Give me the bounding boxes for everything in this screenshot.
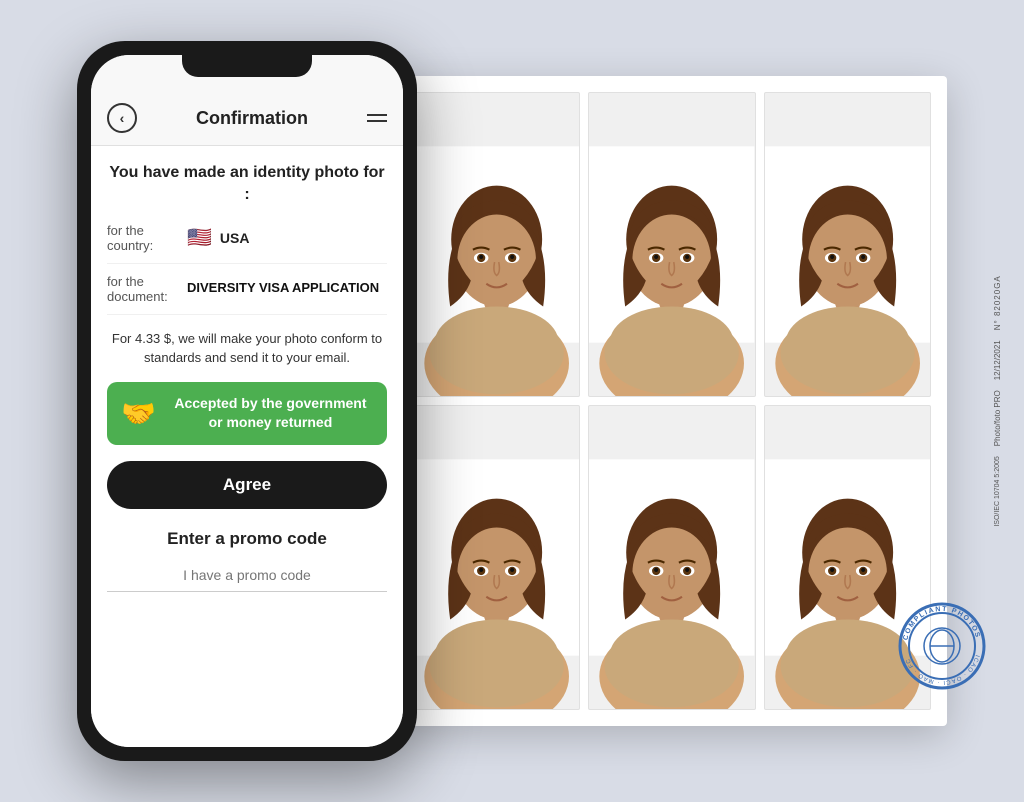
photo-cell-2-1	[413, 405, 580, 710]
sheet-brand: Photo/foto PRO	[993, 390, 1002, 446]
photo-row-1	[413, 92, 931, 397]
document-row: for the document: DIVERSITY VISA APPLICA…	[107, 274, 387, 315]
country-label: for the country:	[107, 223, 187, 253]
promo-section: Enter a promo code	[107, 529, 387, 592]
header-title: Confirmation	[196, 108, 308, 129]
handshake-icon: 🤝	[121, 397, 156, 430]
photo-cell-1-3	[764, 92, 931, 397]
sheet-date: 12/12/2021	[993, 340, 1002, 380]
photo-cell-2-2	[588, 405, 755, 710]
screen-content: You have made an identity photo for : fo…	[91, 146, 403, 747]
compliance-stamp: COMPLIANT PHOTOS ICAO · OACI · MAO · FC	[897, 601, 987, 696]
menu-line-2	[367, 120, 387, 122]
agree-button[interactable]: Agree	[107, 461, 387, 509]
promo-input[interactable]	[107, 559, 387, 592]
promo-title: Enter a promo code	[107, 529, 387, 549]
document-label: for the document:	[107, 274, 187, 304]
photo-sheet: N° 82020GA 12/12/2021 Photo/foto PRO ISO…	[397, 76, 947, 726]
phone-notch	[182, 55, 312, 77]
back-icon: ‹	[120, 110, 125, 126]
svg-text:COMPLIANT PHOTOS: COMPLIANT PHOTOS	[902, 606, 981, 641]
photo-cell-1-2	[588, 92, 755, 397]
country-value: 🇺🇸 USA	[187, 225, 249, 250]
usa-flag: 🇺🇸	[187, 225, 212, 250]
guarantee-banner: 🤝 Accepted by the government or money re…	[107, 382, 387, 445]
identity-title: You have made an identity photo for :	[107, 162, 387, 207]
country-name: USA	[220, 230, 250, 246]
phone-screen: ‹ Confirmation You have made an identity…	[91, 55, 403, 747]
photo-cell-1-1	[413, 92, 580, 397]
guarantee-text: Accepted by the government or money retu…	[168, 394, 373, 433]
sheet-side-info: N° 82020GA 12/12/2021 Photo/foto PRO ISO…	[993, 275, 1002, 527]
price-text: For 4.33 $, we will make your photo conf…	[107, 329, 387, 368]
menu-line-1	[367, 114, 387, 116]
country-row: for the country: 🇺🇸 USA	[107, 223, 387, 264]
sheet-iso: ISO/IEC 10704 5:2005	[994, 456, 1001, 526]
back-button[interactable]: ‹	[107, 103, 137, 133]
photo-row-2	[413, 405, 931, 710]
document-value: DIVERSITY VISA APPLICATION	[187, 280, 379, 297]
phone-device: ‹ Confirmation You have made an identity…	[77, 41, 417, 761]
menu-button[interactable]	[367, 114, 387, 122]
scene: ‹ Confirmation You have made an identity…	[0, 0, 1024, 802]
sheet-number: N° 82020GA	[993, 275, 1002, 330]
